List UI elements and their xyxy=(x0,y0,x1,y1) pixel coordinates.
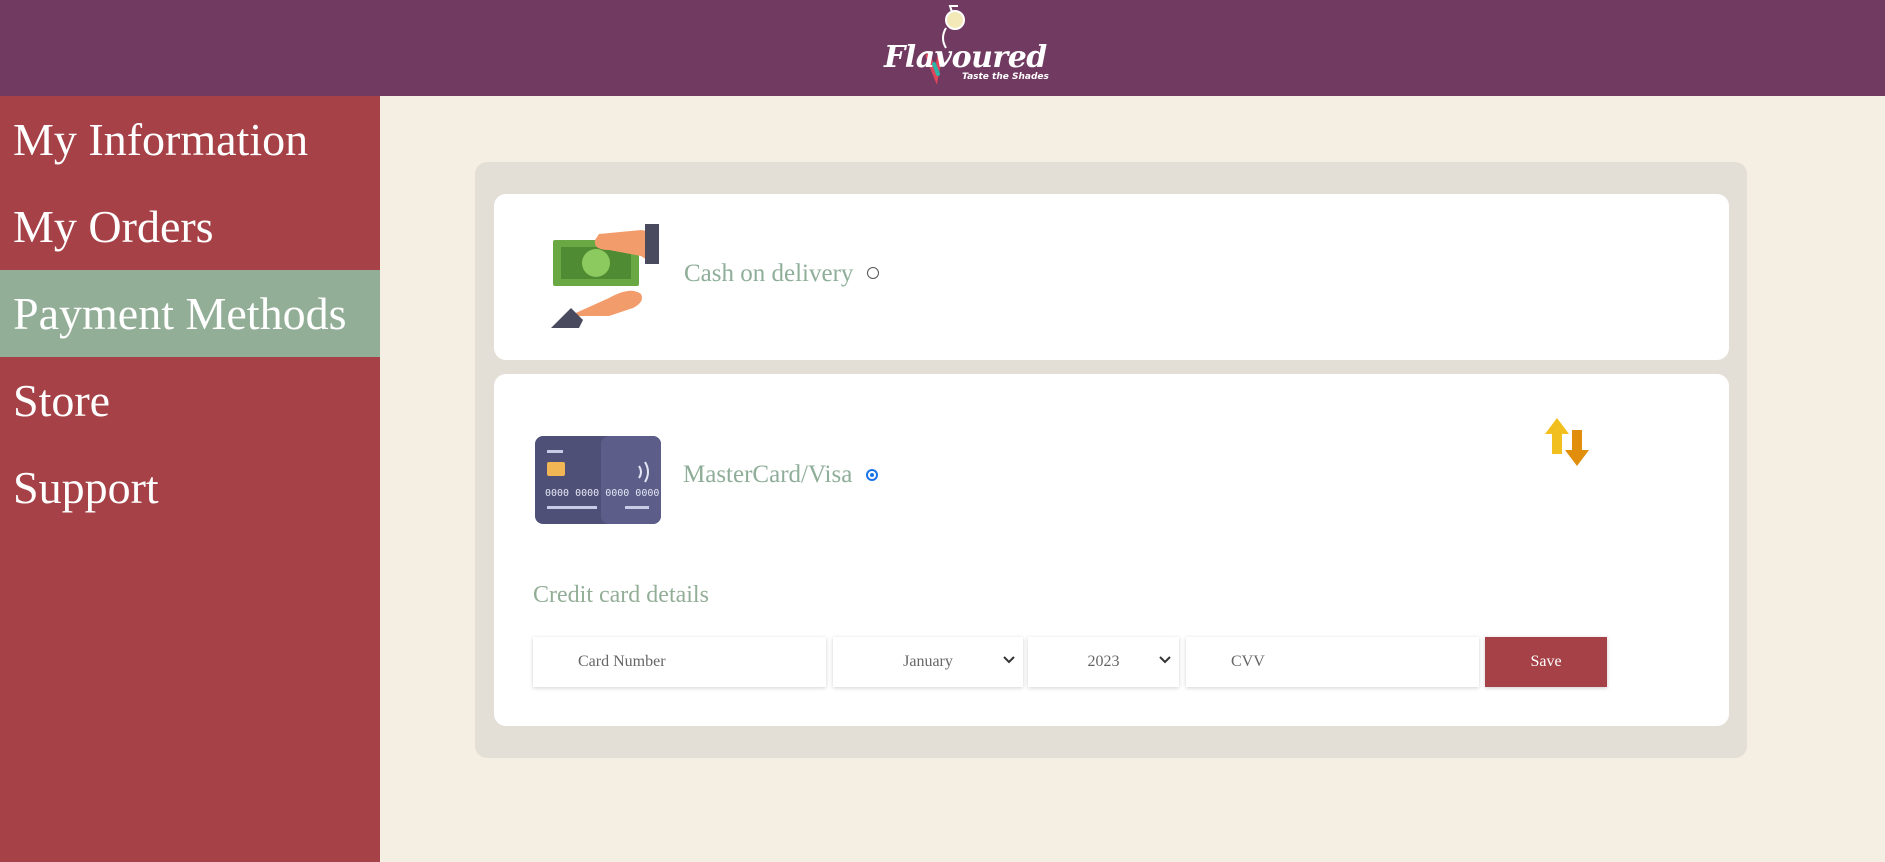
payment-methods-panel: Cash on delivery 0000 0000 0000 0000 Mas… xyxy=(475,162,1747,758)
year-value: 2023 xyxy=(1087,653,1120,670)
sidebar-item-payment-methods[interactable]: Payment Methods xyxy=(0,270,380,357)
sidebar-item-my-information[interactable]: My Information xyxy=(0,96,380,183)
cash-on-delivery-label: Cash on delivery xyxy=(684,260,854,287)
month-select[interactable]: January xyxy=(833,637,1023,687)
chevron-down-icon xyxy=(1159,656,1171,664)
cvv-input[interactable] xyxy=(1186,637,1479,687)
top-bar: Flavoured Taste the Shades xyxy=(0,0,1885,96)
card-number-field[interactable] xyxy=(533,637,826,687)
save-button[interactable]: Save xyxy=(1485,637,1607,687)
cash-on-delivery-option[interactable]: Cash on delivery xyxy=(494,194,1729,360)
card-number-input[interactable] xyxy=(533,637,826,687)
sidebar-item-my-orders[interactable]: My Orders xyxy=(0,183,380,270)
sidebar-item-store[interactable]: Store xyxy=(0,357,380,444)
cash-hand-icon xyxy=(551,224,659,328)
year-select[interactable]: 2023 xyxy=(1028,637,1179,687)
card-payment-option[interactable]: 0000 0000 0000 0000 MasterCard/Visa Cred… xyxy=(494,374,1729,726)
cash-on-delivery-radio[interactable] xyxy=(867,267,879,279)
swap-arrows-icon[interactable] xyxy=(1543,416,1595,468)
cvv-field[interactable] xyxy=(1186,637,1479,687)
sidebar: My Information My Orders Payment Methods… xyxy=(0,96,380,862)
logo[interactable]: Flavoured Taste the Shades xyxy=(880,4,1049,88)
month-value: January xyxy=(903,653,953,670)
credit-card-details-title: Credit card details xyxy=(533,582,709,608)
sidebar-item-support[interactable]: Support xyxy=(0,444,380,531)
svg-text:0000 0000 0000 0000: 0000 0000 0000 0000 xyxy=(545,488,659,499)
card-payment-label: MasterCard/Visa xyxy=(683,461,853,488)
credit-card-icon: 0000 0000 0000 0000 xyxy=(535,436,661,524)
chevron-down-icon xyxy=(1003,656,1015,664)
logo-tagline: Taste the Shades xyxy=(962,72,1049,82)
logo-text: Flavoured xyxy=(884,40,1047,75)
card-payment-radio[interactable] xyxy=(866,469,878,481)
